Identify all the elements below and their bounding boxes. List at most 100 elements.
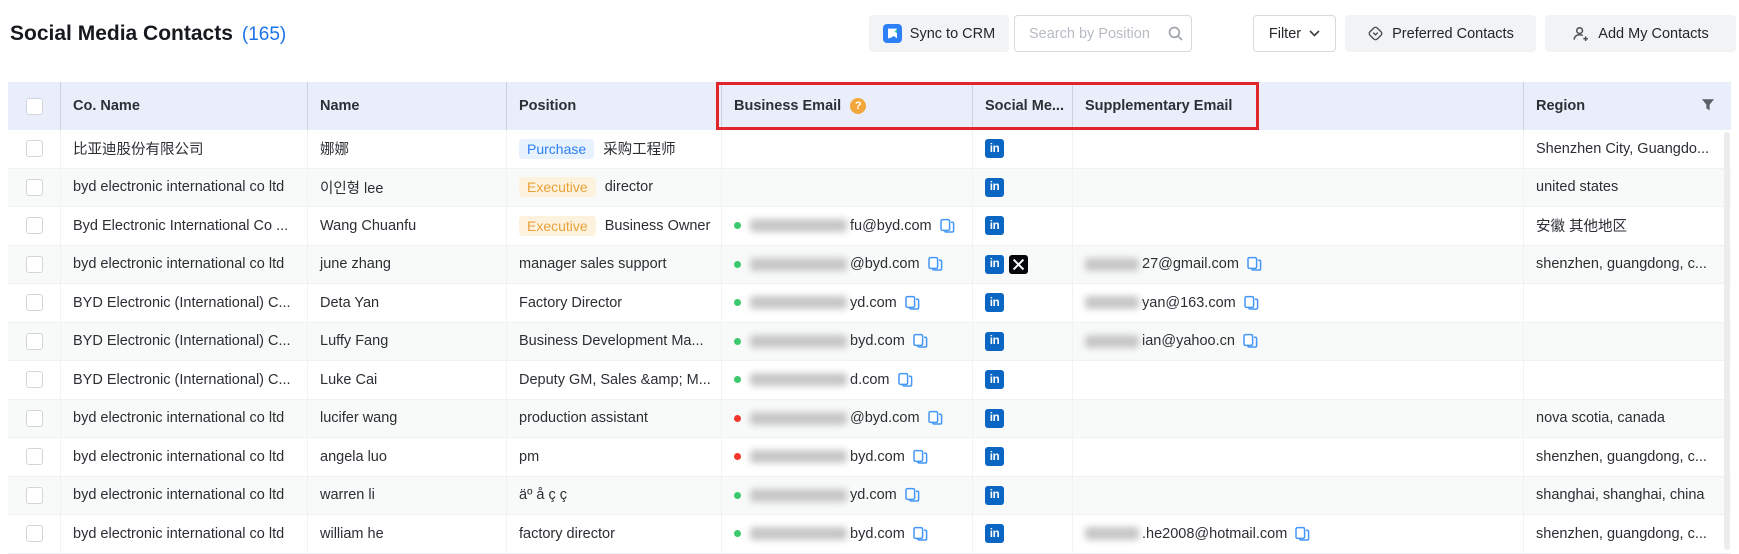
- row-checkbox[interactable]: [26, 371, 43, 388]
- redacted-email-part: [750, 373, 847, 386]
- email-status-dot: [734, 338, 741, 345]
- supplementary-email-text: 27@gmail.com: [1142, 256, 1239, 272]
- company-name: byd electronic international co ltd: [73, 487, 284, 503]
- cell-social-media: in: [973, 361, 1073, 399]
- cell-position: manager sales support: [507, 246, 722, 284]
- copy-icon[interactable]: [927, 410, 943, 426]
- supplementary-email-text: ian@yahoo.cn: [1142, 333, 1235, 349]
- linkedin-icon[interactable]: in: [985, 447, 1004, 466]
- row-checkbox[interactable]: [26, 294, 43, 311]
- linkedin-icon[interactable]: in: [985, 216, 1004, 235]
- region-filter-icon[interactable]: [1701, 98, 1715, 112]
- search-box[interactable]: [1014, 15, 1192, 52]
- sync-to-crm-button[interactable]: Sync to CRM: [869, 15, 1009, 52]
- row-checkbox[interactable]: [26, 217, 43, 234]
- copy-icon[interactable]: [1246, 256, 1262, 272]
- filter-button[interactable]: Filter: [1253, 15, 1336, 52]
- redacted-email-part: [750, 335, 847, 348]
- cell-position: Factory Director: [507, 284, 722, 322]
- row-checkbox[interactable]: [26, 448, 43, 465]
- x-icon[interactable]: [1009, 255, 1028, 274]
- table-row: byd electronic international co ltdlucif…: [8, 400, 1731, 439]
- copy-icon[interactable]: [904, 295, 920, 311]
- company-name: BYD Electronic (International) C...: [73, 333, 291, 349]
- copy-icon[interactable]: [1243, 295, 1259, 311]
- cell-region: Shenzhen City, Guangdo...: [1524, 130, 1731, 168]
- select-all-checkbox[interactable]: [26, 98, 43, 115]
- column-header-region: Region: [1536, 98, 1585, 114]
- cell-social-media: in: [973, 169, 1073, 207]
- cell-position: factory director: [507, 515, 722, 553]
- position-text: Business Owner: [605, 218, 711, 234]
- table-row: BYD Electronic (International) C...Luke …: [8, 361, 1731, 400]
- row-checkbox[interactable]: [26, 525, 43, 542]
- redacted-email-part: [1085, 335, 1139, 348]
- contact-name: 娜娜: [320, 138, 349, 159]
- copy-icon[interactable]: [912, 449, 928, 465]
- table-scrollbar[interactable]: [1724, 132, 1730, 550]
- email-status-dot: [734, 299, 741, 306]
- region-text: shanghai, shanghai, china: [1536, 487, 1705, 503]
- email-status-dot: [734, 376, 741, 383]
- cell-position: Executivedirector: [507, 169, 722, 207]
- crm-logo-icon: [883, 24, 902, 43]
- region-text: 安徽 其他地区: [1536, 215, 1627, 236]
- cell-name: 이인형 lee: [308, 169, 507, 207]
- cell-position: Purchase采购工程师: [507, 130, 722, 168]
- row-checkbox[interactable]: [26, 410, 43, 427]
- copy-icon[interactable]: [912, 526, 928, 542]
- cell-social-media: in: [973, 323, 1073, 361]
- preferred-contacts-button[interactable]: Preferred Contacts: [1345, 15, 1536, 52]
- row-checkbox[interactable]: [26, 140, 43, 157]
- cell-checkbox: [8, 284, 61, 322]
- header-cell-supplementary-email: Supplementary Email: [1073, 82, 1524, 130]
- cell-business-email: byd.com: [722, 323, 973, 361]
- copy-icon[interactable]: [912, 333, 928, 349]
- linkedin-icon[interactable]: in: [985, 293, 1004, 312]
- search-input[interactable]: [1027, 25, 1159, 43]
- cell-name: william he: [308, 515, 507, 553]
- cell-business-email: yd.com: [722, 284, 973, 322]
- preferred-badge-icon: [1367, 25, 1384, 42]
- linkedin-icon[interactable]: in: [985, 409, 1004, 428]
- linkedin-icon[interactable]: in: [985, 255, 1004, 274]
- copy-icon[interactable]: [939, 218, 955, 234]
- position-text: Factory Director: [519, 295, 622, 311]
- business-email-text: byd.com: [850, 333, 905, 349]
- business-email-text: byd.com: [850, 449, 905, 465]
- region-text: shenzhen, guangdong, c...: [1536, 256, 1707, 272]
- column-header-supplementary-email: Supplementary Email: [1085, 98, 1232, 114]
- cell-name: warren li: [308, 477, 507, 515]
- cell-supplementary-email: [1073, 130, 1524, 168]
- cell-name: angela luo: [308, 438, 507, 476]
- copy-icon[interactable]: [1242, 333, 1258, 349]
- search-icon[interactable]: [1167, 25, 1184, 42]
- cell-supplementary-email: [1073, 400, 1524, 438]
- redacted-email-part: [1085, 258, 1139, 271]
- add-my-contacts-button[interactable]: Add My Contacts: [1545, 15, 1736, 52]
- row-checkbox[interactable]: [26, 179, 43, 196]
- copy-icon[interactable]: [927, 256, 943, 272]
- cell-social-media: in: [973, 400, 1073, 438]
- row-checkbox[interactable]: [26, 487, 43, 504]
- row-checkbox[interactable]: [26, 256, 43, 273]
- linkedin-icon[interactable]: in: [985, 486, 1004, 505]
- linkedin-icon[interactable]: in: [985, 370, 1004, 389]
- linkedin-icon[interactable]: in: [985, 139, 1004, 158]
- cell-region: shanghai, shanghai, china: [1524, 477, 1731, 515]
- linkedin-icon[interactable]: in: [985, 332, 1004, 351]
- table-row: byd electronic international co ltd warre…: [8, 477, 1731, 516]
- contact-name: june zhang: [320, 256, 391, 272]
- copy-icon[interactable]: [904, 487, 920, 503]
- header-cell-business-email: Business Email ?: [722, 82, 973, 130]
- cell-region: [1524, 323, 1731, 361]
- help-icon[interactable]: ?: [850, 98, 866, 114]
- linkedin-icon[interactable]: in: [985, 524, 1004, 543]
- company-name: BYD Electronic (International) C...: [73, 295, 291, 311]
- linkedin-icon[interactable]: in: [985, 178, 1004, 197]
- email-status-dot: [734, 261, 741, 268]
- copy-icon[interactable]: [897, 372, 913, 388]
- row-checkbox[interactable]: [26, 333, 43, 350]
- copy-icon[interactable]: [1294, 526, 1310, 542]
- company-name: byd electronic international co ltd: [73, 449, 284, 465]
